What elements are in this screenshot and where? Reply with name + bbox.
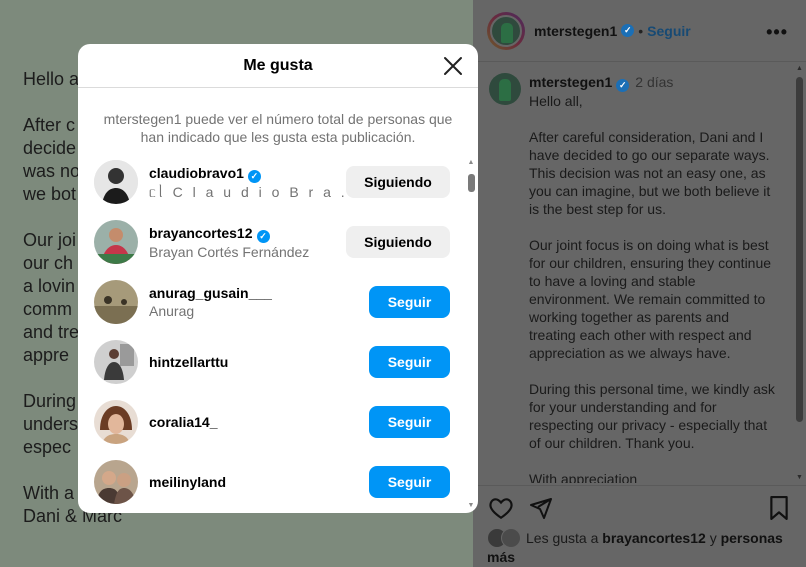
- verified-badge-icon: ✓: [621, 24, 635, 37]
- likes-summary: Les gusta a brayancortes12 y personas má…: [487, 528, 797, 566]
- user-username[interactable]: anurag_gusain___: [149, 284, 369, 302]
- list-item: brayancortes12 ✓ Brayan Cortés Fernández …: [94, 212, 450, 272]
- post-header: mterstegen1 ✓ • Seguir •••: [473, 0, 806, 62]
- avatar[interactable]: [94, 460, 138, 504]
- follow-button[interactable]: Seguir: [369, 346, 450, 378]
- post-side-panel: mterstegen1 ✓ • Seguir ••• mterstegen1 ✓ 2…: [473, 0, 806, 567]
- scroll-up-arrow-icon[interactable]: ▲: [795, 65, 804, 72]
- caption-paragraph: With appreciation: [529, 471, 638, 483]
- user-username[interactable]: claudiobravo1: [149, 165, 244, 181]
- list-item: meilinyland Seguir: [94, 452, 450, 512]
- following-button[interactable]: Siguiendo: [346, 166, 450, 198]
- verified-badge-icon: ✓: [247, 169, 261, 183]
- scroll-down-arrow-icon[interactable]: ▼: [795, 474, 804, 481]
- caption-avatar[interactable]: [489, 73, 521, 105]
- verified-badge-icon: ✓: [616, 79, 630, 92]
- avatar[interactable]: [94, 400, 138, 444]
- likes-user-link[interactable]: brayancortes12: [602, 530, 706, 546]
- caption-time[interactable]: 2 días: [635, 74, 673, 90]
- following-button[interactable]: Siguiendo: [346, 226, 450, 258]
- caption-paragraph: Hello all,: [529, 93, 583, 109]
- avatar[interactable]: [94, 340, 138, 384]
- separator-dot: •: [638, 22, 644, 39]
- caption-paragraph: During this personal time, we kindly ask…: [529, 381, 775, 451]
- avatar[interactable]: [94, 280, 138, 324]
- avatar[interactable]: [94, 160, 138, 204]
- modal-title: Me gusta: [243, 56, 313, 74]
- user-full-name: ᥴᥣ C l a u d i o B r a ...: [149, 183, 346, 200]
- scroll-up-arrow-icon[interactable]: ▲: [466, 159, 476, 166]
- author-avatar[interactable]: [487, 11, 525, 50]
- likes-connector: y: [709, 530, 717, 546]
- modal-header: Me gusta: [78, 44, 478, 88]
- list-item: claudiobravo1 ✓ ᥴᥣ C l a u d i o B r a ..…: [94, 152, 450, 212]
- caption-username[interactable]: mterstegen1: [529, 74, 612, 90]
- caption-header: mterstegen1 ✓ 2 días: [529, 74, 673, 92]
- verified-badge-icon: ✓: [256, 229, 270, 243]
- list-item: anurag_gusain___ Anurag Seguir: [94, 272, 450, 332]
- user-username[interactable]: brayancortes12: [149, 225, 253, 241]
- modal-scrollbar[interactable]: ▲ ▼: [466, 159, 476, 509]
- follow-button[interactable]: Seguir: [369, 406, 450, 438]
- list-item: hintzellarttu Seguir: [94, 332, 450, 392]
- user-username[interactable]: hintzellarttu: [149, 353, 369, 371]
- follow-link[interactable]: Seguir: [647, 23, 691, 39]
- likes-user-list: claudiobravo1 ✓ ᥴᥣ C l a u d i o B r a ..…: [78, 152, 466, 513]
- user-full-name: Anurag: [149, 303, 195, 319]
- list-item: coralia14_ Seguir: [94, 392, 450, 452]
- likes-modal: Me gusta mterstegen1 puede ver el número…: [78, 44, 478, 513]
- avatar[interactable]: [94, 220, 138, 264]
- close-icon[interactable]: [442, 55, 464, 77]
- post-actions: [473, 485, 806, 529]
- follow-button[interactable]: Seguir: [369, 466, 450, 498]
- follow-button[interactable]: Seguir: [369, 286, 450, 318]
- bookmark-icon[interactable]: [769, 496, 789, 520]
- user-username[interactable]: coralia14_: [149, 413, 369, 431]
- caption-text: Hello all, After careful consideration, …: [529, 92, 779, 483]
- liker-avatars: [487, 528, 523, 548]
- send-icon[interactable]: [529, 496, 553, 520]
- caption-scrollbar[interactable]: ▲ ▼: [795, 63, 804, 483]
- likes-prefix: Les gusta a: [526, 530, 599, 546]
- scrollbar-thumb[interactable]: [468, 174, 475, 192]
- scrollbar-thumb[interactable]: [796, 77, 803, 422]
- more-horizontal-icon[interactable]: •••: [766, 22, 788, 43]
- user-username[interactable]: meilinyland: [149, 473, 369, 491]
- scroll-down-arrow-icon[interactable]: ▼: [466, 502, 476, 509]
- caption-paragraph: After careful consideration, Dani and I …: [529, 129, 771, 217]
- author-username[interactable]: mterstegen1: [534, 23, 617, 39]
- user-full-name: Brayan Cortés Fernández: [149, 243, 310, 260]
- heart-icon[interactable]: [488, 496, 514, 520]
- caption-paragraph: Our joint focus is on doing what is best…: [529, 237, 772, 361]
- post-caption: mterstegen1 ✓ 2 días Hello all, After care…: [473, 63, 806, 483]
